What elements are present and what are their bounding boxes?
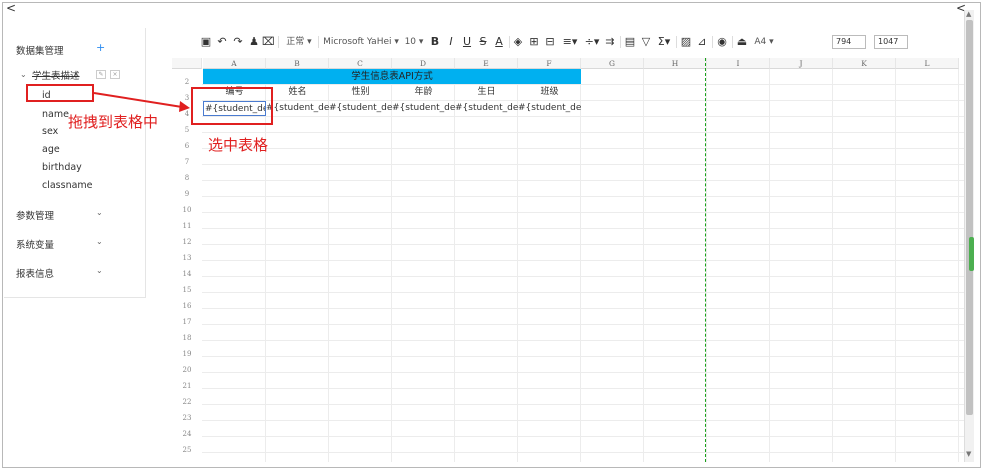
- annotation-arrow: [93, 92, 190, 112]
